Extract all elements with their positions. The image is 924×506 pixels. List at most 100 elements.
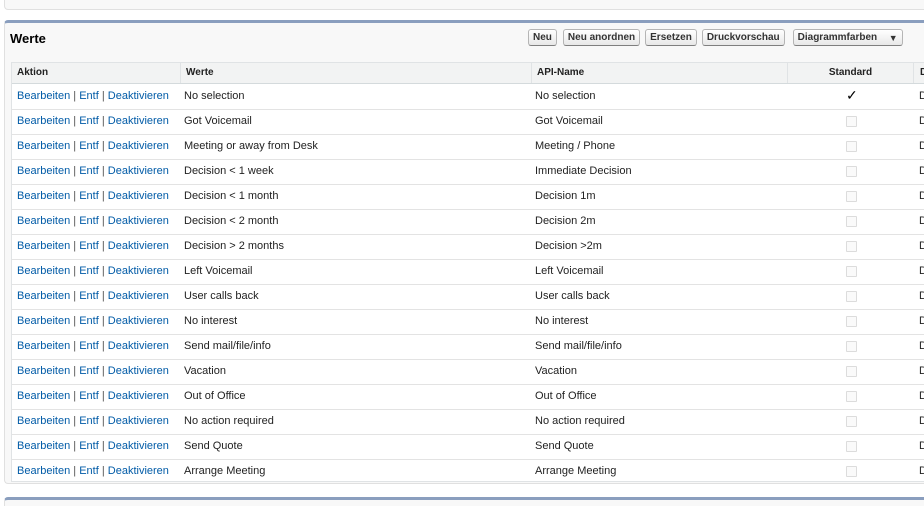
delete-link[interactable]: Entf (79, 165, 99, 177)
table-row: Bearbeiten | Entf | Deaktivieren Send Qu… (12, 434, 924, 460)
separator: | (73, 165, 77, 177)
edit-link[interactable]: Bearbeiten (17, 465, 70, 477)
api-name: User calls back (535, 290, 610, 302)
checkmark-icon: ✓ (846, 87, 858, 103)
standard-cell (846, 209, 858, 234)
edit-link[interactable]: Bearbeiten (17, 165, 70, 177)
delete-link[interactable]: Entf (79, 390, 99, 402)
separator: | (101, 90, 105, 102)
edit-link[interactable]: Bearbeiten (17, 115, 70, 127)
deactivate-link[interactable]: Deaktivieren (108, 340, 169, 352)
edit-link[interactable]: Bearbeiten (17, 440, 70, 452)
value-label: No interest (184, 315, 238, 327)
deactivate-link[interactable]: Deaktivieren (108, 90, 169, 102)
delete-link[interactable]: Entf (79, 440, 99, 452)
delete-link[interactable]: Entf (79, 90, 99, 102)
delete-link[interactable]: Entf (79, 240, 99, 252)
header-aktion: Aktion (17, 67, 49, 78)
deactivate-link[interactable]: Deaktivieren (108, 115, 169, 127)
deactivate-link[interactable]: Deaktivieren (108, 315, 169, 327)
edit-link[interactable]: Bearbeiten (17, 390, 70, 402)
delete-link[interactable]: Entf (79, 115, 99, 127)
value-label: No action required (184, 415, 274, 427)
delete-link[interactable]: Entf (79, 290, 99, 302)
values-table: Aktion Werte API-Name Standard D Bearbei… (11, 62, 924, 482)
cutoff-cell: D (919, 184, 924, 209)
deactivate-link[interactable]: Deaktivieren (108, 215, 169, 227)
edit-link[interactable]: Bearbeiten (17, 340, 70, 352)
value-label: User calls back (184, 290, 259, 302)
edit-link[interactable]: Bearbeiten (17, 140, 70, 152)
separator: | (101, 165, 105, 177)
deactivate-link[interactable]: Deaktivieren (108, 365, 169, 377)
table-row: Bearbeiten | Entf | Deaktivieren Got Voi… (12, 109, 924, 135)
cutoff-cell: D (919, 209, 924, 234)
deactivate-link[interactable]: Deaktivieren (108, 265, 169, 277)
deactivate-link[interactable]: Deaktivieren (108, 165, 169, 177)
edit-link[interactable]: Bearbeiten (17, 90, 70, 102)
neu-anordnen-button[interactable]: Neu anordnen (562, 29, 641, 46)
standard-cell (846, 409, 858, 434)
action-cell: Bearbeiten | Entf | Deaktivieren (17, 409, 183, 434)
cutoff-cell: D (919, 459, 924, 481)
cutoff-cell: D (919, 234, 924, 259)
deactivate-link[interactable]: Deaktivieren (108, 140, 169, 152)
separator: | (101, 290, 105, 302)
delete-link[interactable]: Entf (79, 190, 99, 202)
table-row: Bearbeiten | Entf | Deaktivieren Vacatio… (12, 359, 924, 385)
api-name: Meeting / Phone (535, 140, 616, 152)
value-label: Left Voicemail (184, 265, 253, 277)
api-name: Decision 2m (535, 215, 596, 227)
edit-link[interactable]: Bearbeiten (17, 365, 70, 377)
deactivate-link[interactable]: Deaktivieren (108, 440, 169, 452)
standard-cell: ✓ (846, 84, 858, 109)
action-cell: Bearbeiten | Entf | Deaktivieren (17, 459, 183, 481)
deactivate-link[interactable]: Deaktivieren (108, 390, 169, 402)
table-row: Bearbeiten | Entf | Deaktivieren Decisio… (12, 209, 924, 235)
edit-link[interactable]: Bearbeiten (17, 315, 70, 327)
separator: | (101, 465, 105, 477)
ersetzen-button[interactable]: Ersetzen (645, 29, 697, 46)
delete-link[interactable]: Entf (79, 140, 99, 152)
edit-link[interactable]: Bearbeiten (17, 240, 70, 252)
standard-checkbox (846, 391, 857, 402)
delete-link[interactable]: Entf (79, 365, 99, 377)
action-cell: Bearbeiten | Entf | Deaktivieren (17, 309, 183, 334)
separator: | (73, 140, 77, 152)
action-cell: Bearbeiten | Entf | Deaktivieren (17, 184, 183, 209)
standard-cell (846, 134, 858, 159)
standard-checkbox (846, 241, 857, 252)
delete-link[interactable]: Entf (79, 340, 99, 352)
table-row: Bearbeiten | Entf | Deaktivieren Left Vo… (12, 259, 924, 285)
action-cell: Bearbeiten | Entf | Deaktivieren (17, 334, 183, 359)
api-name: Arrange Meeting (535, 465, 617, 477)
toolbar: Neu Neu anordnen Ersetzen Druckvorschau … (528, 29, 907, 46)
deactivate-link[interactable]: Deaktivieren (108, 290, 169, 302)
edit-link[interactable]: Bearbeiten (17, 190, 70, 202)
table-header: Aktion Werte API-Name Standard D (12, 63, 924, 84)
delete-link[interactable]: Entf (79, 215, 99, 227)
edit-link[interactable]: Bearbeiten (17, 265, 70, 277)
deactivate-link[interactable]: Deaktivieren (108, 190, 169, 202)
neu-button[interactable]: Neu (528, 29, 557, 46)
edit-link[interactable]: Bearbeiten (17, 215, 70, 227)
edit-link[interactable]: Bearbeiten (17, 415, 70, 427)
cutoff-cell: D (919, 334, 924, 359)
table-row: Bearbeiten | Entf | Deaktivieren No sele… (12, 84, 924, 110)
standard-checkbox (846, 366, 857, 377)
druckvorschau-button[interactable]: Druckvorschau (701, 29, 785, 46)
value-label: Out of Office (184, 390, 246, 402)
delete-link[interactable]: Entf (79, 465, 99, 477)
cutoff-cell: D (919, 359, 924, 384)
delete-link[interactable]: Entf (79, 415, 99, 427)
standard-checkbox (846, 166, 857, 177)
diagrammfarben-dropdown[interactable]: Diagrammfarben ▼ (792, 29, 903, 46)
deactivate-link[interactable]: Deaktivieren (108, 415, 169, 427)
deactivate-link[interactable]: Deaktivieren (108, 240, 169, 252)
value-label: Arrange Meeting (184, 465, 266, 477)
delete-link[interactable]: Entf (79, 315, 99, 327)
edit-link[interactable]: Bearbeiten (17, 290, 70, 302)
delete-link[interactable]: Entf (79, 265, 99, 277)
deactivate-link[interactable]: Deaktivieren (108, 465, 169, 477)
standard-checkbox (846, 216, 857, 227)
